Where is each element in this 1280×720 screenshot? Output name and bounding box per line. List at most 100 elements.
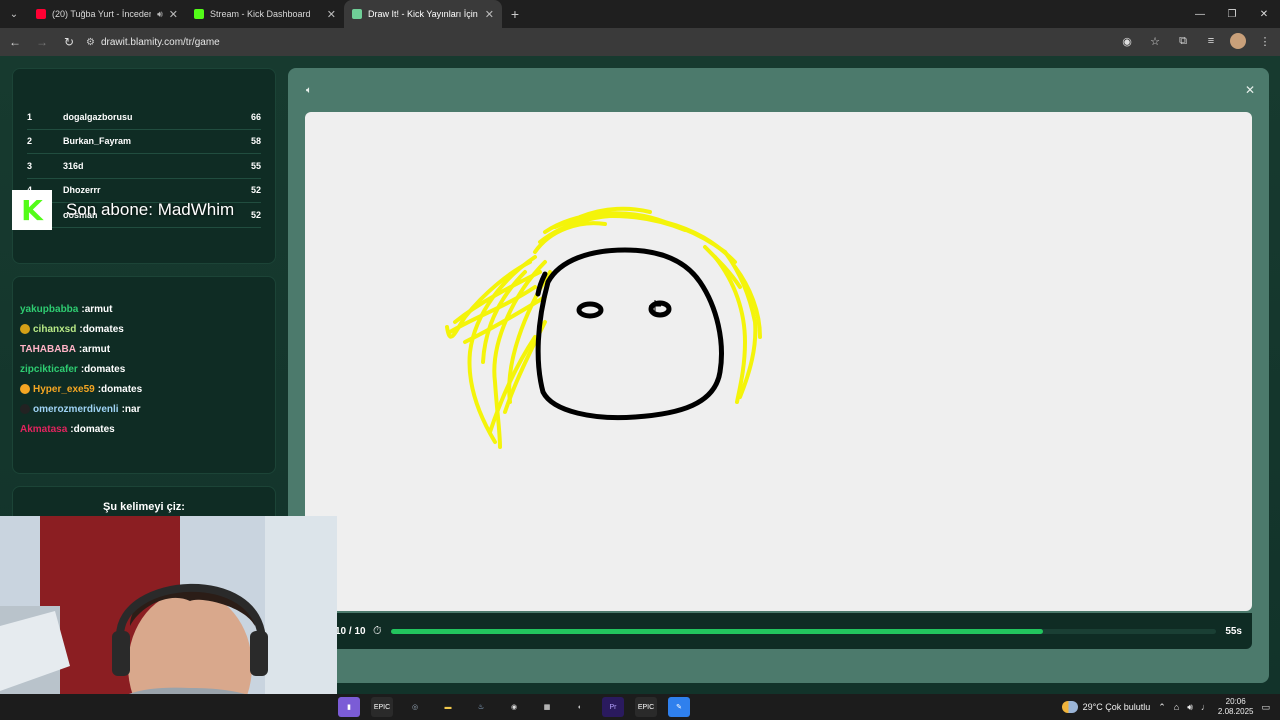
windows-taskbar: ▮ EPIC ◎ ▬ ♨ ◉ ▦ ◐ Pr EPIC ✎ 29°C Çok bu… — [0, 694, 1280, 720]
chat-message: zipcikticafer:domates — [20, 359, 268, 379]
webcam-overlay — [0, 516, 337, 720]
cloudy-icon — [1061, 701, 1078, 713]
bookmark-star-icon[interactable]: ☆ — [1146, 32, 1164, 50]
chat-message: yakupbabba:armut — [20, 299, 268, 319]
chat-text: :domates — [70, 423, 115, 435]
time-progress-fill — [391, 629, 1043, 634]
leaderboard-row: 3 316d 55 — [27, 154, 261, 179]
chat-text: :armut — [81, 303, 113, 315]
eye-slash-icon[interactable]: ◉ — [1118, 32, 1136, 50]
close-window-icon[interactable]: ✕ — [1248, 0, 1280, 28]
chat-text: :domates — [80, 363, 126, 375]
steam-icon[interactable]: ♨ — [470, 697, 492, 717]
reload-icon[interactable]: ↻ — [57, 30, 81, 54]
epic-games-icon[interactable]: EPIC — [635, 697, 657, 717]
close-icon[interactable]: ✕ — [1245, 83, 1255, 97]
chat-text: :domates — [97, 383, 143, 395]
round-counter: 10 / 10 — [335, 625, 366, 637]
badge-icon — [20, 404, 30, 414]
chat-message: TAHABABA:armut — [20, 339, 268, 359]
tab-search-icon[interactable]: ⌄ — [0, 0, 28, 28]
premiere-icon[interactable]: Pr — [602, 697, 624, 717]
chat-message: omerozmerdivenli:nar — [20, 399, 268, 419]
menu-dots-icon[interactable]: ⋮ — [1256, 32, 1274, 50]
tab-title: Stream - Kick Dashboard — [210, 9, 311, 19]
chat-panel: yakupbabba:armut cihanxsd:domates TAHABA… — [12, 276, 276, 474]
pencil-icon — [352, 9, 362, 19]
tab-youtube[interactable]: (20) Tuğba Yurt - İnceden İnceye 🔊︎ ✕ — [28, 0, 186, 28]
tab-kick-dashboard[interactable]: Stream - Kick Dashboard ✕ — [186, 0, 344, 28]
file-explorer-icon[interactable]: ▬ — [437, 697, 459, 717]
app-icon[interactable]: ▦ — [536, 697, 558, 717]
browser-toolbar: ← → ↻ ⚙ drawit.blamity.com/tr/game ◉ ☆ ⧉… — [0, 28, 1280, 56]
tab-title: Draw It! - Kick Yayınları İçin Çizim — [368, 9, 479, 19]
chat-username: Hyper_exe59 — [33, 383, 95, 395]
time-progress-track — [391, 629, 1216, 634]
chat-username: TAHABABA — [20, 343, 76, 355]
head-outline — [535, 247, 724, 421]
kick-logo: K — [12, 190, 52, 230]
speaker-icon[interactable]: 🔊︎ — [157, 9, 163, 20]
right-eye — [648, 300, 672, 318]
back-icon[interactable]: ← — [3, 30, 27, 54]
chat-username: cihanxsd — [33, 323, 77, 335]
chat-message: Hyper_exe59:domates — [20, 379, 268, 399]
chat-message: cihanxsd:domates — [20, 319, 268, 339]
media-control-icon[interactable]: ≡ — [1202, 32, 1220, 50]
system-tray: 29°C Çok bulutlu ⌃ ⌂ 🔊︎ ♩ 20:06 2.08.202… — [1061, 694, 1280, 720]
toolbar-actions: ◉ ☆ ⧉ ≡ ⋮ — [1118, 32, 1274, 50]
network-icon[interactable]: ⌂ — [1174, 702, 1179, 712]
chat-username: zipcikticafer — [20, 363, 78, 375]
site-info-icon[interactable]: ⚙ — [86, 37, 95, 48]
app-icon[interactable]: ◐ — [569, 697, 591, 717]
address-bar[interactable]: ⚙ drawit.blamity.com/tr/game — [80, 31, 1165, 53]
minimize-icon[interactable]: — — [1184, 0, 1216, 28]
weather-widget[interactable]: 29°C Çok bulutlu — [1061, 701, 1150, 713]
volume-icon[interactable]: 🔊︎ — [1187, 702, 1193, 713]
taskbar-apps: ▮ EPIC ◎ ▬ ♨ ◉ ▦ ◐ Pr EPIC ✎ — [338, 697, 690, 717]
obs-icon[interactable]: ◉ — [503, 697, 525, 717]
profile-avatar[interactable] — [1230, 33, 1246, 49]
system-clock[interactable]: 20:06 2.08.2025 — [1218, 697, 1254, 717]
webcam-feed-image — [0, 516, 337, 720]
app-icon[interactable]: ◎ — [404, 697, 426, 717]
leaderboard-row: 2 Burkan_Fayram 58 — [27, 130, 261, 154]
round-timer-bar: 10 / 10 ⏱︎ 55s — [305, 613, 1252, 649]
chevron-up-icon[interactable]: ⌃ — [1158, 702, 1166, 713]
drawing-canvas[interactable] — [305, 112, 1252, 611]
chat-username: Akmatasa — [20, 423, 68, 435]
close-tab-icon[interactable]: ✕ — [485, 8, 494, 21]
speaker-icon[interactable]: 🔈︎ — [306, 85, 312, 96]
chat-username: yakupbabba — [20, 303, 79, 315]
forward-icon[interactable]: → — [30, 30, 54, 54]
restore-icon[interactable]: ❐ — [1216, 0, 1248, 28]
leaderboard-panel: 1 dogalgazborusu 66 2 Burkan_Fayram 58 3… — [12, 68, 276, 264]
word-prompt-label: Şu kelimeyi çiz: — [103, 501, 185, 513]
tab-title: (20) Tuğba Yurt - İnceden İnceye — [52, 9, 152, 19]
new-tab-button[interactable]: + — [502, 6, 528, 22]
drawing-strokes — [445, 206, 762, 449]
paint-icon[interactable]: ✎ — [668, 697, 690, 717]
seconds-left: 55s — [1225, 625, 1242, 637]
epic-games-icon[interactable]: EPIC — [371, 697, 393, 717]
close-tab-icon[interactable]: ✕ — [169, 8, 178, 21]
subscriber-alert: K Son abone: MadWhim — [12, 190, 312, 230]
microphone-icon[interactable]: ♩ — [1201, 702, 1210, 712]
subscriber-alert-text: Son abone: MadWhim — [66, 200, 235, 219]
app-icon[interactable]: ▮ — [338, 697, 360, 717]
stopwatch-icon: ⏱︎ — [373, 624, 382, 637]
badge-icon — [20, 384, 30, 394]
url-text: drawit.blamity.com/tr/game — [100, 36, 220, 48]
kick-icon — [194, 9, 204, 19]
chat-text: :domates — [79, 323, 124, 335]
youtube-icon — [36, 9, 46, 19]
notification-icon[interactable]: ▭ — [1261, 702, 1270, 713]
close-tab-icon[interactable]: ✕ — [327, 8, 336, 21]
leaderboard-row: 1 dogalgazborusu 66 — [27, 105, 261, 130]
tab-draw-it[interactable]: Draw It! - Kick Yayınları İçin Çizim ✕ — [344, 0, 502, 28]
extensions-icon[interactable]: ⧉ — [1174, 32, 1192, 50]
chat-message: Akmatasa:domates — [20, 419, 268, 439]
chat-text: :armut — [78, 343, 111, 355]
window-controls: — ❐ ✕ — [1184, 0, 1280, 28]
left-eye — [576, 301, 604, 319]
